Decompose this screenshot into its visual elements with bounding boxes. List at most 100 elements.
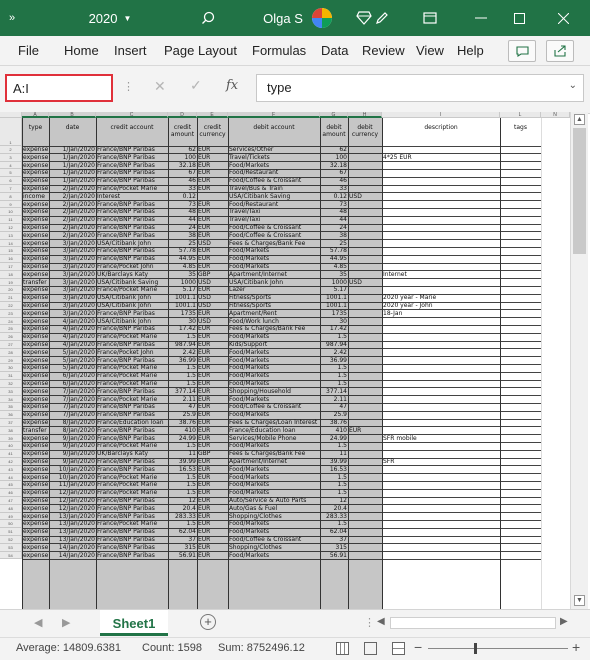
table-cell[interactable]: 987.94 xyxy=(168,341,197,349)
table-cell[interactable]: 8/Jan/2020 xyxy=(49,419,96,427)
row-header[interactable]: 12 xyxy=(0,224,22,232)
row-header[interactable]: 26 xyxy=(0,333,22,341)
table-cell[interactable]: 1.5 xyxy=(320,442,348,450)
table-cell[interactable]: EUR xyxy=(197,357,228,365)
table-cell[interactable]: Food/Coffee & Croissant xyxy=(228,536,320,544)
table-cell[interactable]: 410 xyxy=(320,427,348,435)
table-cell[interactable]: 2.11 xyxy=(168,396,197,404)
table-cell[interactable]: USD xyxy=(348,279,382,287)
cancel-icon[interactable]: ✕ xyxy=(154,78,166,95)
table-cell[interactable]: France/Pocket Marie xyxy=(96,442,168,450)
table-cell[interactable]: Food/Work lunch xyxy=(228,318,320,326)
table-cell[interactable]: Services/Other xyxy=(228,146,320,154)
table-cell[interactable]: 1.5 xyxy=(168,481,197,489)
table-cell[interactable]: France/BNP Paribas xyxy=(96,528,168,536)
table-cell[interactable]: EUR xyxy=(197,380,228,388)
zoom-slider[interactable] xyxy=(428,648,568,649)
table-cell[interactable]: Travel/Taxi xyxy=(228,208,320,216)
table-cell[interactable]: France/BNP Paribas xyxy=(96,552,168,560)
row-header[interactable]: 4 xyxy=(0,161,22,170)
table-cell[interactable]: France/Pocket Marie xyxy=(96,364,168,372)
table-cell[interactable]: expense xyxy=(22,255,49,263)
table-cell[interactable]: expense xyxy=(22,481,49,489)
table-cell[interactable]: France/BNP Paribas xyxy=(96,513,168,521)
row-header[interactable]: 16 xyxy=(0,255,22,263)
row-header[interactable]: 19 xyxy=(0,278,22,287)
table-cell[interactable]: Food/Coffee & Croissant xyxy=(228,224,320,232)
table-cell[interactable]: 9/Jan/2020 xyxy=(49,450,96,458)
scroll-down-icon[interactable]: ▼ xyxy=(574,595,585,606)
table-cell[interactable]: France/BNP Paribas xyxy=(96,224,168,232)
row-header[interactable]: 15 xyxy=(0,247,22,256)
table-cell[interactable]: USD xyxy=(348,193,382,201)
table-cell[interactable]: 2.42 xyxy=(320,349,348,357)
table-cell[interactable]: 1000 xyxy=(168,279,197,287)
table-cell[interactable]: expense xyxy=(22,341,49,349)
table-cell[interactable]: 3/Jan/2020 xyxy=(49,255,96,263)
row-header[interactable]: 10 xyxy=(0,208,22,217)
table-cell[interactable]: 24.99 xyxy=(320,435,348,443)
table-cell[interactable]: EUR xyxy=(197,286,228,294)
table-cell[interactable]: USA/Citibank John xyxy=(96,240,168,248)
table-cell[interactable]: Food/Markets xyxy=(228,263,320,271)
sheet-tab[interactable]: Sheet1 xyxy=(100,610,168,636)
table-cell[interactable]: 2.42 xyxy=(168,349,197,357)
row-header[interactable]: 23 xyxy=(0,309,22,318)
table-cell[interactable]: 20.4 xyxy=(168,505,197,513)
table-cell[interactable]: expense xyxy=(22,458,49,466)
row-header[interactable]: 35 xyxy=(0,403,22,412)
column-header[interactable]: A xyxy=(22,112,49,118)
table-cell[interactable]: 24 xyxy=(320,224,348,232)
row-header[interactable]: 41 xyxy=(0,450,22,458)
table-cell[interactable]: Food/Markets xyxy=(228,372,320,380)
table-cell[interactable]: Food/Markets xyxy=(228,442,320,450)
table-cell[interactable]: Kids/Support xyxy=(228,341,320,349)
table-cell[interactable]: 1.5 xyxy=(320,520,348,528)
menu-file[interactable]: File xyxy=(18,43,39,58)
table-cell[interactable]: France/BNP Paribas xyxy=(96,403,168,411)
table-cell[interactable]: 1.5 xyxy=(320,481,348,489)
table-cell[interactable]: 2/Jan/2020 xyxy=(49,193,96,201)
table-cell[interactable]: Food/Markets xyxy=(228,333,320,341)
table-cell[interactable]: 5/Jan/2020 xyxy=(49,364,96,372)
table-cell[interactable]: France/Pocket Marie xyxy=(96,333,168,341)
table-cell[interactable]: Lazer xyxy=(228,286,320,294)
table-cell[interactable]: expense xyxy=(22,240,49,248)
row-header[interactable]: 28 xyxy=(0,348,22,357)
table-cell[interactable]: USA/Citibank John xyxy=(96,302,168,310)
table-cell[interactable]: 14/Jan/2020 xyxy=(49,544,96,552)
table-cell[interactable]: EUR xyxy=(197,201,228,209)
table-cell[interactable]: France/BNP Paribas xyxy=(96,310,168,318)
table-cell[interactable]: France/BNP Paribas xyxy=(96,536,168,544)
table-cell[interactable]: EUR xyxy=(197,372,228,380)
zoom-out-icon[interactable]: − xyxy=(414,639,422,655)
table-cell[interactable]: expense xyxy=(22,310,49,318)
table-cell[interactable]: 44.95 xyxy=(320,255,348,263)
table-cell[interactable]: 12/Jan/2020 xyxy=(49,505,96,513)
table-cell[interactable]: 3/Jan/2020 xyxy=(49,247,96,255)
table-cell[interactable]: 315 xyxy=(320,544,348,552)
table-cell[interactable]: Food/Markets xyxy=(228,552,320,560)
table-cell[interactable]: 1.5 xyxy=(168,520,197,528)
menu-insert[interactable]: Insert xyxy=(114,43,147,58)
zoom-in-icon[interactable]: + xyxy=(572,639,580,655)
table-cell[interactable]: 6/Jan/2020 xyxy=(49,372,96,380)
table-cell[interactable]: France/BNP Paribas xyxy=(96,544,168,552)
page-layout-view-icon[interactable] xyxy=(364,642,377,655)
table-cell[interactable]: 1.5 xyxy=(320,364,348,372)
table-cell[interactable]: 1/Jan/2020 xyxy=(49,177,96,185)
prev-sheet-icon[interactable]: ◀ xyxy=(34,616,42,629)
header-cell[interactable]: credit currency xyxy=(197,124,228,138)
table-cell[interactable]: Fees & Charges/Bank Fee xyxy=(228,240,320,248)
spreadsheet-grid[interactable]: ABCDEFGHILNM1234567891011121314151617181… xyxy=(0,112,570,609)
row-header[interactable]: 3 xyxy=(0,153,22,162)
table-cell[interactable]: 1735 xyxy=(168,310,197,318)
table-cell[interactable]: 1.5 xyxy=(168,489,197,497)
table-cell[interactable]: USA/Citibank John xyxy=(228,279,320,287)
table-cell[interactable]: EUR xyxy=(197,216,228,224)
table-cell[interactable]: income xyxy=(22,193,49,201)
table-cell[interactable]: 24.99 xyxy=(168,435,197,443)
table-cell[interactable]: GBP xyxy=(197,271,228,279)
table-cell[interactable]: France/BNP Paribas xyxy=(96,146,168,154)
page-break-view-icon[interactable] xyxy=(392,642,405,655)
